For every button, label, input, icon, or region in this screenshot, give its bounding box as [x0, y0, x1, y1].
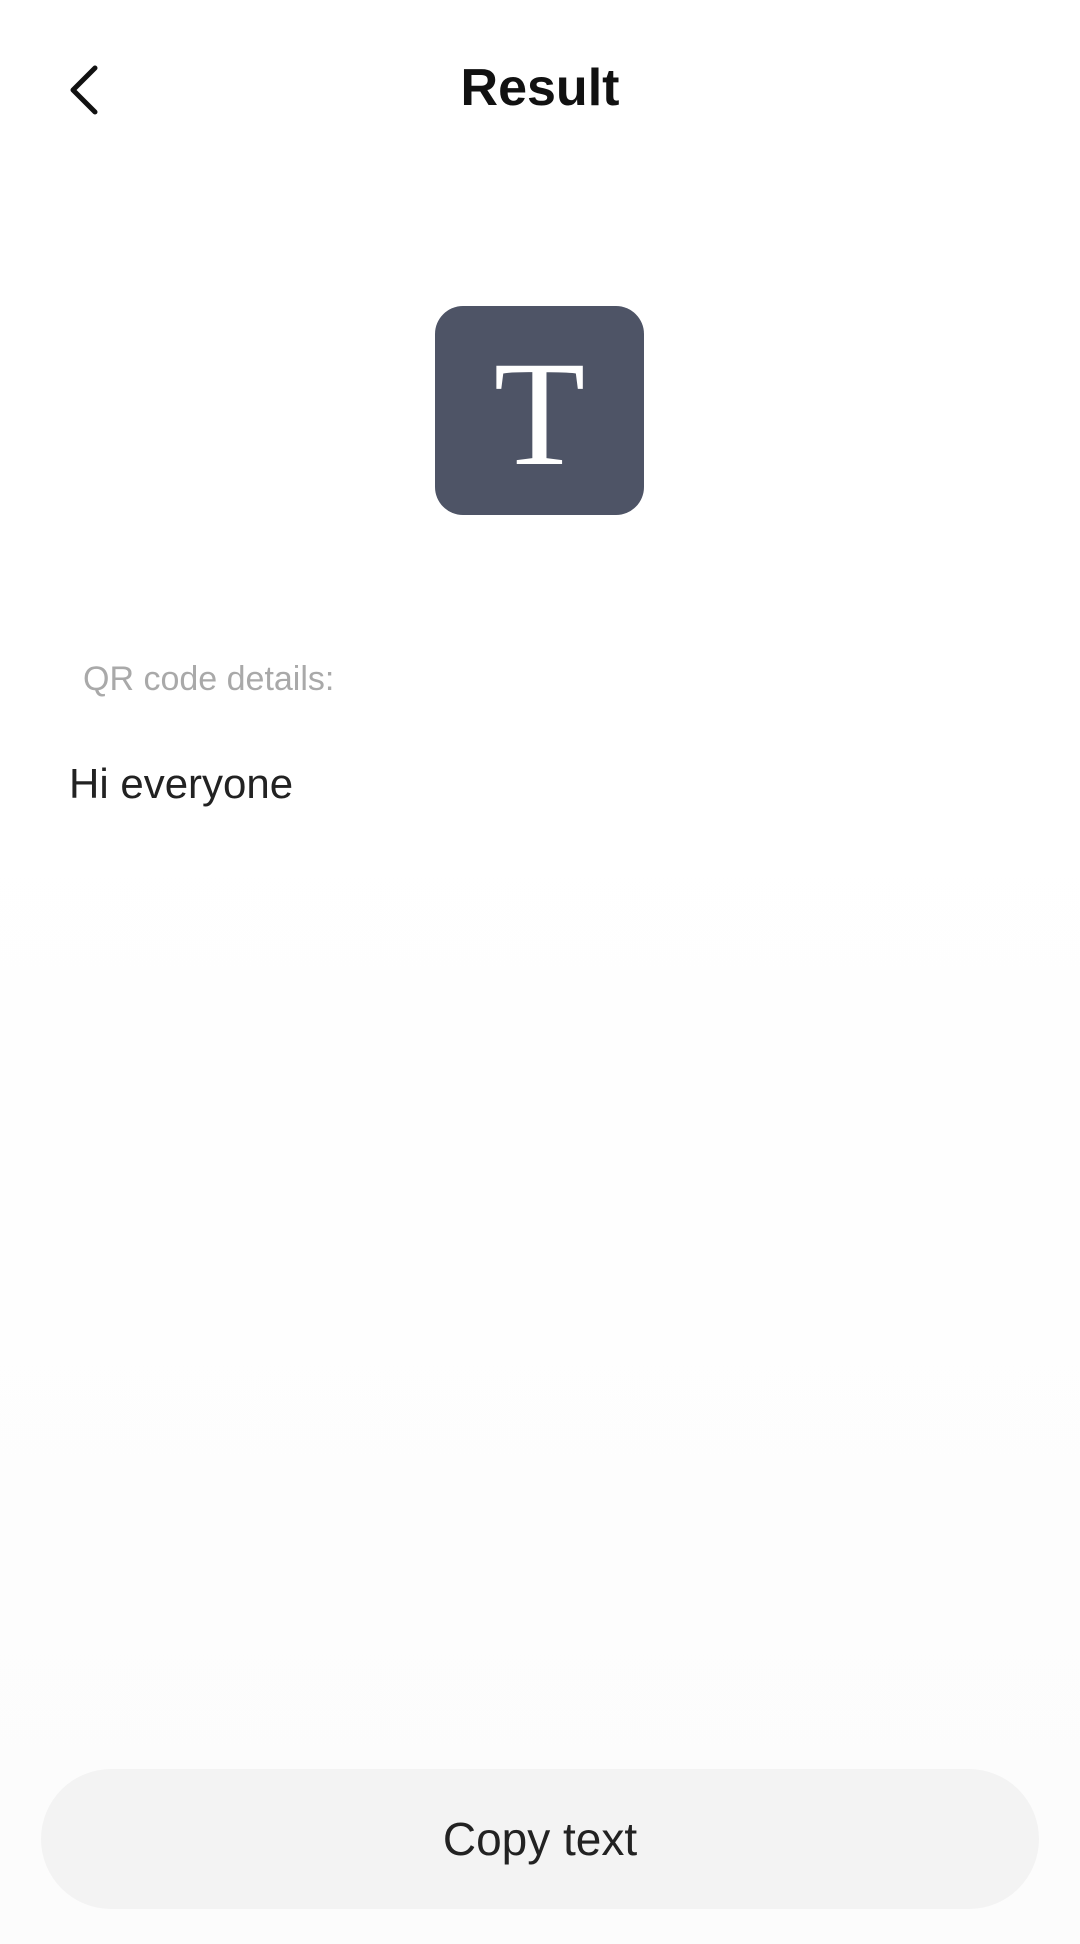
header: Result [0, 0, 1080, 180]
result-screen: Result T QR code details: Hi everyone Co… [0, 0, 1080, 1944]
text-type-icon: T [435, 306, 644, 515]
details-value: Hi everyone [69, 760, 294, 807]
details-label: QR code details: [83, 660, 335, 698]
text-type-glyph: T [493, 330, 586, 497]
page-title: Result [460, 59, 620, 117]
copy-text-button[interactable]: Copy text [41, 1769, 1039, 1909]
